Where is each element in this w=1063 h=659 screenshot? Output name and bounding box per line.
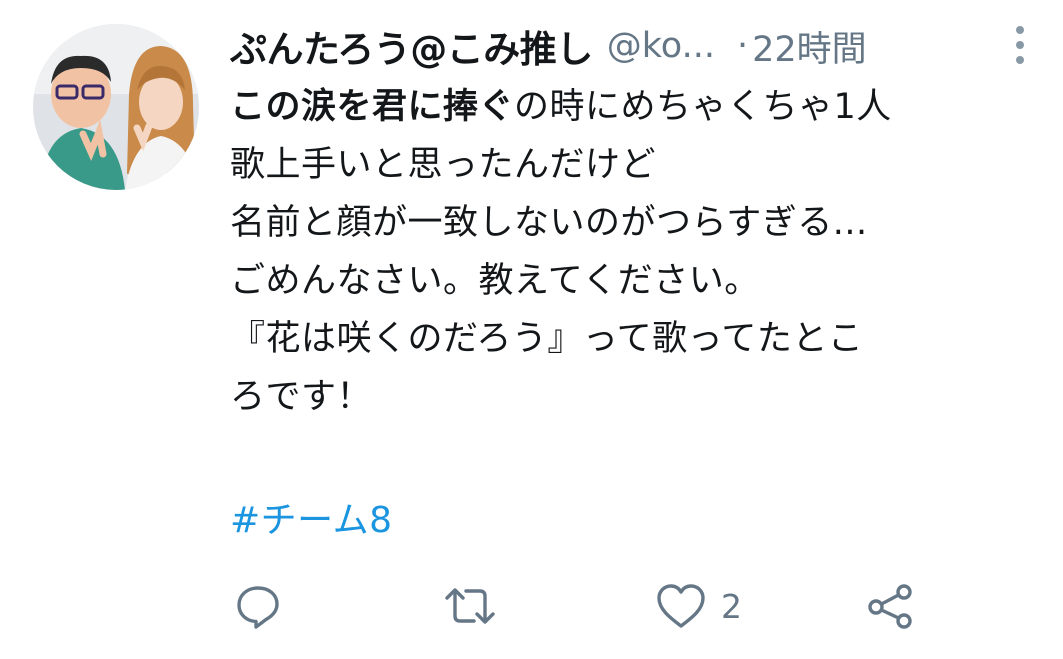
tweet: ぷんたろう@こみ推し @ko... · 22時間 この涙を君に捧ぐの時にめちゃく… — [0, 0, 1063, 659]
user-handle[interactable]: @ko... — [607, 26, 715, 66]
tweet-text-line-5: 『花は咲くのだろう』って歌ってたとこ — [230, 319, 864, 359]
share-icon — [866, 582, 916, 630]
tweet-text-line-3: 名前と顔が一致しないのがつらすぎる... — [230, 203, 868, 243]
share-button[interactable] — [866, 578, 916, 634]
tweet-text-line-4: ごめんなさい。教えてください。 — [230, 261, 760, 301]
hashtag-link[interactable]: #チーム8 — [230, 492, 393, 550]
tweet-text: この涙を君に捧ぐの時にめちゃくちゃ1人 歌上手いと思ったんだけど 名前と顔が一致… — [230, 78, 1050, 426]
tweet-text-line-1: この涙を君に捧ぐの時にめちゃくちゃ1人 — [230, 78, 1050, 136]
like-button[interactable]: 2 — [655, 578, 742, 634]
timestamp[interactable]: 22時間 — [752, 21, 867, 72]
reply-button[interactable] — [234, 578, 282, 634]
tweet-text-line-2: 歌上手いと思ったんだけど — [230, 145, 657, 185]
display-name[interactable]: ぷんたろう@こみ推し — [230, 19, 593, 73]
tweet-text-bold: この涙を君に捧ぐ — [230, 87, 515, 127]
retweet-icon — [442, 582, 498, 630]
tweet-header: ぷんたろう@こみ推し @ko... · 22時間 — [230, 18, 1030, 74]
retweet-button[interactable] — [442, 578, 498, 634]
heart-icon — [655, 582, 707, 630]
tweet-text-line-6: ろです！ — [230, 377, 373, 417]
like-count: 2 — [721, 586, 742, 626]
tweet-actions: 2 — [0, 578, 1063, 638]
more-options-icon[interactable] — [1010, 22, 1030, 68]
separator-dot: · — [736, 26, 749, 66]
tweet-text-line-1-rest: の時にめちゃくちゃ1人 — [514, 87, 892, 127]
avatar[interactable] — [33, 24, 199, 190]
reply-icon — [234, 582, 282, 630]
